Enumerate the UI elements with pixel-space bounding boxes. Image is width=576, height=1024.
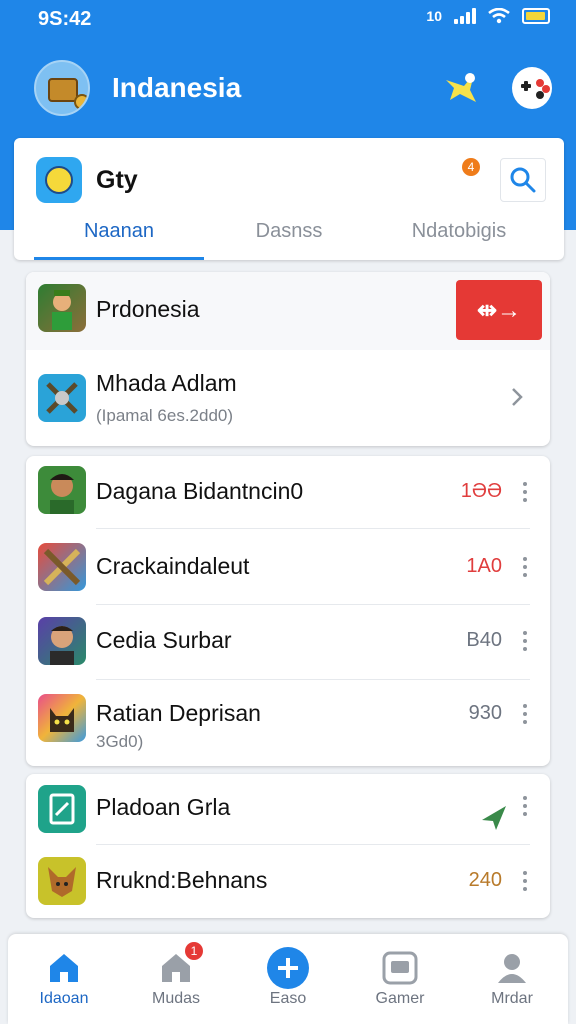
profile-icon: [490, 946, 534, 990]
app-card: Gty 4 Naanan Dasnss Ndatobigis: [14, 138, 564, 260]
star-burst-button[interactable]: [440, 68, 480, 108]
home-icon: [42, 946, 86, 990]
nav-mrdar[interactable]: Mrdar: [456, 934, 568, 1024]
more-options-icon[interactable]: [522, 557, 528, 581]
item-count: 1ƏƏ: [460, 480, 502, 502]
more-options-icon[interactable]: [522, 796, 528, 820]
chevron-right-icon: [512, 388, 523, 406]
nav-home[interactable]: Idaoan: [8, 934, 120, 1024]
nav-gamer[interactable]: Gamer: [344, 934, 456, 1024]
tab-naanan[interactable]: Naanan: [34, 208, 204, 260]
bottom-navigation: Idaoan 1 Mudas Easo Gamer Mrdar: [8, 934, 568, 1024]
more-options-icon[interactable]: [522, 482, 528, 506]
nav-easo[interactable]: Easo: [232, 934, 344, 1024]
nav-label: Idaoan: [39, 990, 89, 1007]
list-item[interactable]: Cedia Surbar B40: [26, 605, 550, 679]
coin-icon: [74, 94, 88, 110]
header: Indanesia: [34, 56, 552, 120]
nav-label: Mudas: [151, 990, 201, 1007]
notification-badge: 4: [462, 158, 480, 176]
status-time: 9S:42: [38, 8, 92, 30]
item-count: B40: [466, 629, 502, 651]
app-name: Gty: [96, 166, 138, 194]
fox-icon: [38, 857, 86, 905]
character-icon: [38, 466, 86, 514]
item-count: 240: [468, 869, 502, 891]
star-burst-icon: [446, 73, 476, 102]
signal-icon: [454, 8, 476, 24]
more-options-icon[interactable]: [522, 704, 528, 728]
profile-avatar[interactable]: [34, 60, 90, 116]
list-item[interactable]: Dagana Bidantncin0 1ƏƏ: [26, 456, 550, 528]
nav-label: Mrdar: [491, 990, 533, 1007]
battery-icon: [522, 8, 550, 24]
tab-dasnss[interactable]: Dasnss: [204, 208, 374, 260]
list-item[interactable]: Pladoan Grla: [26, 774, 550, 844]
wifi-icon: [488, 8, 510, 24]
list-item[interactable]: Rruknd:Behnans 240: [26, 845, 550, 918]
page-title: Indanesia: [112, 72, 242, 103]
item-label: Cedia Surbar: [96, 627, 232, 653]
crossed-swords-icon: [38, 543, 86, 591]
network-label: 10: [426, 8, 442, 24]
game-list-card: Dagana Bidantncin0 1ƏƏ Crackaindaleut 1A…: [26, 456, 550, 766]
tab-ndatobigis[interactable]: Ndatobigis: [374, 208, 544, 260]
gamepad-icon: [512, 67, 552, 109]
list-item[interactable]: Mhada Adlam (Ipamal 6es.2dd0): [26, 350, 550, 446]
featured-card: Prdonesia ⇹→ Mhada Adlam (Ipamal 6es.2dd…: [26, 272, 550, 446]
nav-label: Gamer: [375, 990, 425, 1007]
transfer-button[interactable]: ⇹→: [456, 280, 542, 340]
more-options-icon[interactable]: [522, 871, 528, 895]
search-button[interactable]: [500, 158, 546, 202]
item-label: Mhada Adlam: [96, 370, 237, 396]
item-label: Pladoan Grla: [96, 794, 231, 820]
portrait-icon: [38, 617, 86, 665]
gamepad-icon: [378, 946, 422, 990]
nav-mudas[interactable]: 1 Mudas: [120, 934, 232, 1024]
nav-label: Easo: [269, 990, 307, 1007]
item-sublabel: 3Gd0): [96, 732, 144, 751]
document-icon: [38, 785, 86, 833]
item-label: Ratian Deprisan: [96, 700, 261, 726]
item-label: Dagana Bidantncin0: [96, 478, 304, 504]
notification-badge: 1: [184, 942, 203, 960]
more-options-icon[interactable]: [522, 631, 528, 655]
app-logo-icon: [36, 157, 82, 203]
game-icon: [38, 284, 86, 332]
list-item[interactable]: Crackaindaleut 1A0: [26, 529, 550, 604]
send-icon[interactable]: [480, 804, 508, 832]
list-item[interactable]: Prdonesia ⇹→: [26, 272, 550, 350]
item-count: 930: [468, 702, 502, 724]
item-label: Rruknd:Behnans: [96, 867, 268, 893]
item-count: 1A0: [466, 555, 502, 577]
secondary-list-card: Pladoan Grla Rruknd:Behnans 240: [26, 774, 550, 918]
item-sublabel: (Ipamal 6es.2dd0): [96, 406, 234, 425]
status-bar: 9S:42 10: [0, 0, 576, 40]
list-item[interactable]: Ratian Deprisan 3Gd0) 930: [26, 680, 550, 766]
cat-character-icon: [38, 694, 86, 742]
tools-icon: [38, 374, 86, 422]
item-label: Prdonesia: [96, 296, 200, 322]
plus-icon: [266, 946, 310, 990]
tab-bar: Naanan Dasnss Ndatobigis: [34, 208, 544, 260]
search-icon: [510, 167, 536, 193]
item-label: Crackaindaleut: [96, 553, 250, 579]
gamepad-button[interactable]: [512, 67, 552, 109]
